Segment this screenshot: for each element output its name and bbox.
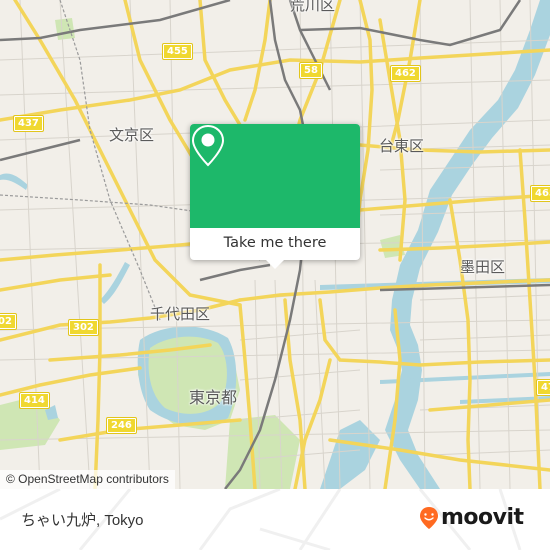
destination-popup: Take me there xyxy=(190,124,360,269)
district-label-arakawa: 荒川区 xyxy=(290,0,336,14)
moovit-logo[interactable]: moovit xyxy=(419,505,524,530)
popup-header[interactable] xyxy=(190,124,360,228)
map-view[interactable]: 荒川区 文京区 台東区 墨田区 千代田区 東京都 455 58 462 437 … xyxy=(0,0,550,489)
take-me-there-button[interactable]: Take me there xyxy=(190,228,360,260)
district-label-taito: 台東区 xyxy=(379,137,425,155)
route-shield-302: 302 xyxy=(68,319,99,336)
footer-bar: ちゃい九炉, Tokyo moovit xyxy=(0,489,550,550)
route-shield-58: 58 xyxy=(299,62,323,79)
route-shield-465: 465 xyxy=(530,185,550,202)
popup-pointer xyxy=(265,259,285,269)
route-shield-437: 437 xyxy=(13,115,44,132)
map-attribution[interactable]: © OpenStreetMap contributors xyxy=(0,470,175,489)
route-shield-246: 246 xyxy=(106,417,137,434)
route-shield-455: 455 xyxy=(162,43,193,60)
route-shield-414: 414 xyxy=(19,392,50,409)
route-shield-partial-47: 47 xyxy=(536,379,550,396)
district-label-tokyo: 東京都 xyxy=(189,388,238,407)
district-label-chiyoda: 千代田区 xyxy=(150,305,211,323)
moovit-wordmark: moovit xyxy=(441,505,524,530)
route-shield-462: 462 xyxy=(390,65,421,82)
moovit-pin-icon xyxy=(420,506,438,529)
district-label-bunkyo: 文京区 xyxy=(109,126,155,144)
district-label-sumida: 墨田区 xyxy=(460,258,506,276)
route-shield-partial-02: 02 xyxy=(0,313,17,330)
place-name: ちゃい九炉, Tokyo xyxy=(21,512,144,529)
location-pin-icon xyxy=(191,124,225,167)
